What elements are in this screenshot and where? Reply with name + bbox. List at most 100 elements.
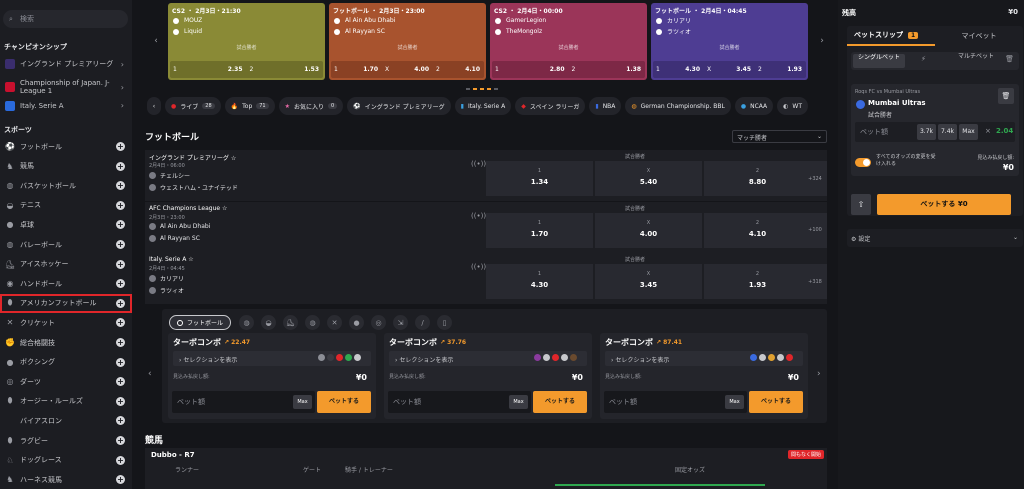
odds-button-1[interactable]: 1 4.30 <box>486 264 593 299</box>
phone-icon[interactable]: ▯ <box>437 315 452 330</box>
odds-button-2[interactable]: 2 8.80 <box>704 161 811 196</box>
sidebar-sport-item[interactable]: ◍ バスケットボール + <box>0 176 132 195</box>
sidebar-sport-item[interactable]: ✊ 総合格闘技 + <box>0 333 132 352</box>
card-odds[interactable]: 1 2.35 2 1.53 <box>170 61 323 78</box>
basketball-icon[interactable]: ◍ <box>239 315 254 330</box>
add-plus-icon[interactable]: + <box>116 181 125 191</box>
match-row[interactable]: Italy. Serie A ☆ 2月4日・04:45 カリアリ ラツィオ ((•)) 試… <box>145 253 827 304</box>
more-markets-button[interactable]: +100 <box>803 212 827 248</box>
filter-chip[interactable]: ◆ スペイン ラリーガ <box>515 97 586 115</box>
filter-chip[interactable]: ● ライブ 28 <box>165 97 221 115</box>
sidebar-champ-j-league[interactable]: Championship of Japan. J-League 1 › <box>0 76 132 98</box>
add-plus-icon[interactable]: + <box>116 318 125 328</box>
add-plus-icon[interactable]: + <box>116 416 125 426</box>
carousel-prev-button[interactable]: ‹ <box>149 4 163 78</box>
table-tennis-icon[interactable]: ● <box>349 315 364 330</box>
cricket-bat-icon[interactable]: / <box>415 315 430 330</box>
place-bet-button[interactable]: ベットする <box>533 391 587 413</box>
share-icon[interactable]: ⇧ <box>851 194 871 215</box>
filter-chip[interactable]: ▮ Italy. Serie A <box>454 97 512 115</box>
card-odds[interactable]: 1 4.30 X 3.45 2 1.93 <box>653 61 806 78</box>
filter-chip[interactable]: ⚽ イングランド プレミアリーグ <box>347 97 451 115</box>
add-plus-icon[interactable]: + <box>116 475 125 485</box>
remove-selection-button[interactable]: 🗑 <box>998 88 1014 104</box>
more-markets-button[interactable]: +318 <box>803 264 827 299</box>
odds-button-x[interactable]: X 4.00 <box>595 212 702 248</box>
place-bet-button[interactable]: ベットする ¥0 <box>877 194 1011 215</box>
live-stream-icon[interactable]: ((•)) <box>471 212 486 220</box>
add-plus-icon[interactable]: + <box>116 357 125 367</box>
single-bet-tab[interactable]: シングルベット <box>853 54 905 68</box>
add-plus-icon[interactable]: + <box>116 377 125 387</box>
card-odds[interactable]: 1 1.70 X 4.00 2 4.10 <box>331 61 484 78</box>
tab-my-bets[interactable]: マイベット <box>935 26 1023 46</box>
max-stake-button[interactable]: Max <box>725 395 744 409</box>
filter-chip[interactable]: ◍ German Championship. BBL <box>625 97 731 115</box>
carousel-next-button[interactable]: › <box>815 4 829 78</box>
match-row[interactable]: AFC Champions League ☆ 2月3日・23:00 Al Ain A… <box>145 201 827 253</box>
sidebar-sport-item[interactable]: ◍ バレーボール + <box>0 235 132 254</box>
darts-icon[interactable]: ◎ <box>371 315 386 330</box>
turbo-prev-button[interactable]: ‹ <box>148 369 152 379</box>
max-stake-button[interactable]: Max <box>293 395 312 409</box>
max-stake-button[interactable]: Max <box>509 395 528 409</box>
trash-icon[interactable]: 🗑 <box>1005 55 1014 63</box>
add-plus-icon[interactable]: + <box>116 220 125 230</box>
accept-odds-toggle[interactable] <box>855 158 871 167</box>
settings-row[interactable]: ⚙ 設定 ⌄ <box>847 229 1023 247</box>
sidebar-sport-item[interactable]: ♞ 競馬 + <box>0 157 132 176</box>
ice-hockey-icon[interactable]: ⛸ <box>283 315 298 330</box>
sidebar-sport-item[interactable]: ⬮ アメリカンフットボール + <box>0 293 132 313</box>
max-stake-button[interactable]: Max <box>959 124 978 140</box>
add-plus-icon[interactable]: + <box>116 240 125 249</box>
volleyball-icon[interactable]: ◍ <box>305 315 320 330</box>
odds-button-2[interactable]: 2 1.93 <box>704 264 811 299</box>
filter-prev-button[interactable]: ‹ <box>147 97 161 115</box>
match-row[interactable]: イングランド プレミアリーグ ☆ 2月4日・06:00 チェルシー ウェストハム・ユナ… <box>145 150 827 201</box>
turbo-tab-football[interactable]: フットボール <box>169 315 232 330</box>
odds-button-x[interactable]: X 3.45 <box>595 264 702 299</box>
tennis-icon[interactable]: ◒ <box>261 315 276 330</box>
sidebar-sport-item[interactable]: ◉ ハンドボール + <box>0 274 132 293</box>
filter-chip[interactable]: ● NCAA <box>734 97 774 115</box>
card-odds[interactable]: 1 2.80 2 1.38 <box>492 61 645 78</box>
tab-betslip[interactable]: ベットスリップ 1 <box>847 26 935 46</box>
add-plus-icon[interactable]: + <box>116 298 125 308</box>
add-plus-icon[interactable]: + <box>116 200 125 210</box>
sidebar-sport-item[interactable]: ◎ ダーツ + <box>0 372 132 391</box>
odds-button-x[interactable]: X 5.40 <box>595 161 702 196</box>
add-plus-icon[interactable]: + <box>116 259 125 269</box>
filter-chip[interactable]: 🔥 Top 71 <box>224 97 275 115</box>
odds-button-1[interactable]: 1 1.34 <box>486 161 593 196</box>
cricket-icon[interactable]: ✕ <box>327 315 342 330</box>
quick-stake-7-4k-button[interactable]: 7.4k <box>938 124 957 140</box>
place-bet-button[interactable]: ベットする <box>749 391 803 413</box>
search-input[interactable]: ⌕ 検索 <box>3 10 128 28</box>
filter-chip[interactable]: ▮ NBA <box>589 97 622 115</box>
sidebar-sport-item[interactable]: ⬮ ラグビー + <box>0 431 132 450</box>
add-plus-icon[interactable]: + <box>116 279 125 289</box>
filter-chip[interactable]: ◐ WT <box>777 97 809 115</box>
sidebar-sport-item[interactable]: ♞ ハーネス競馬 + <box>0 470 132 489</box>
quick-stake-3-7k-button[interactable]: 3.7k <box>917 124 936 140</box>
sidebar-sport-item[interactable]: ⛸ アイスホッケー + <box>0 255 132 274</box>
add-plus-icon[interactable]: + <box>116 161 125 171</box>
featured-match-card[interactable]: フットボール ・ 2月3日・23:00 Al Ain Abu Dhabi Al Ra… <box>329 3 486 80</box>
system-bet-icon[interactable]: ⚡ <box>921 55 926 63</box>
turbo-next-button[interactable]: › <box>817 369 821 379</box>
sidebar-sport-item[interactable]: ◒ テニス + <box>0 196 132 215</box>
market-dropdown[interactable]: マッチ勝者 ⌄ <box>732 130 827 143</box>
multi-bet-tab[interactable]: マルチベット <box>951 54 1001 60</box>
sidebar-champ-premier-league[interactable]: イングランド プレミアリーグ › <box>0 53 132 75</box>
add-plus-icon[interactable]: + <box>116 142 125 151</box>
sidebar-sport-item[interactable]: ● 卓球 + <box>0 215 132 234</box>
add-plus-icon[interactable]: + <box>116 436 125 445</box>
sidebar-sport-item[interactable]: ♘ ドッグレース + <box>0 451 132 470</box>
sidebar-sport-item[interactable]: ⚽ フットボール + <box>0 137 132 156</box>
add-plus-icon[interactable]: + <box>116 396 125 406</box>
featured-match-card[interactable]: CS2 ・ 2月4日・00:00 GamerLegion TheMongolz 試合勝… <box>490 3 647 80</box>
live-stream-icon[interactable]: ((•)) <box>471 263 486 271</box>
featured-match-card[interactable]: フットボール ・ 2月4日・04:45 カリアリ ラツィオ 試合勝者 1 4.30 X 3.4… <box>651 3 808 80</box>
place-bet-button[interactable]: ベットする <box>317 391 371 413</box>
sidebar-sport-item[interactable]: バイアスロン + <box>0 411 132 430</box>
